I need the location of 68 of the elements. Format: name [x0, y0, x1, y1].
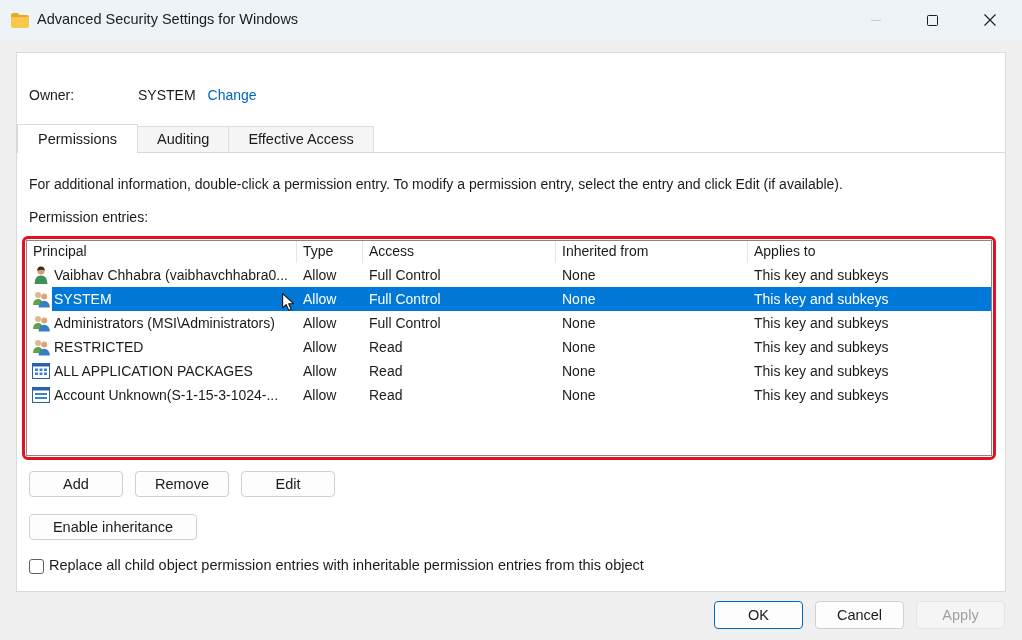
column-header[interactable]: Principal: [27, 241, 297, 263]
window-icon: [32, 386, 50, 404]
minimize-icon: [870, 19, 881, 21]
table-cell-text: RESTRICTED: [53, 338, 145, 357]
tab[interactable]: Permissions: [17, 124, 138, 153]
table-row[interactable]: ALL APPLICATION PACKAGES Allow Read None This key and subkeys: [52, 359, 991, 383]
table-cell-text: Read: [368, 362, 404, 381]
table-cell-text: Allow: [302, 362, 338, 381]
people-icon: [32, 314, 50, 332]
table-cell-text: None: [561, 290, 597, 309]
checkbox-label: Replace all child object permission entries with inheritable permission entries from this object: [49, 556, 644, 576]
table-row[interactable]: Account Unknown(S-1-15-3-1024-... Allow Read None This key and subkeys: [52, 383, 991, 407]
action-button[interactable]: Edit: [241, 471, 335, 497]
table-cell-text: Allow: [302, 290, 338, 309]
table-cell-text: Read: [368, 338, 404, 357]
table-cell-text: This key and subkeys: [753, 266, 890, 285]
grid-window-icon: [32, 362, 50, 380]
table-cell-text: Read: [368, 386, 404, 405]
table-cell-text: This key and subkeys: [753, 314, 890, 333]
table-cell-text: None: [561, 266, 597, 285]
dialog-button[interactable]: Cancel: [815, 601, 904, 629]
table-cell-text: This key and subkeys: [753, 362, 890, 381]
action-button[interactable]: Add: [29, 471, 123, 497]
table-cell-text: None: [561, 338, 597, 357]
maximize-icon: [927, 14, 938, 26]
dialog-button[interactable]: OK: [714, 601, 803, 629]
table-cell-text: SYSTEM: [53, 290, 113, 309]
close-icon: [983, 14, 996, 26]
people-icon: [32, 338, 50, 356]
checkbox[interactable]: [29, 558, 44, 574]
table-cell-text: Full Control: [368, 314, 442, 333]
window-title: Advanced Security Settings for Windows: [37, 10, 299, 30]
person-icon: [32, 266, 50, 284]
table-row[interactable]: Vaibhav Chhabra (vaibhavchhabra0... Allow Full Control None This key and subkeys: [52, 263, 991, 287]
table-cell-text: Allow: [302, 386, 338, 405]
table-row[interactable]: Administrators (MSI\Administrators) Allow Full Control None This key and subkeys: [52, 311, 991, 335]
table-cell-text: This key and subkeys: [753, 290, 890, 309]
table-cell-text: Allow: [302, 314, 338, 333]
column-header[interactable]: Applies to: [748, 241, 991, 263]
enable-inheritance-button[interactable]: Enable inheritance: [29, 514, 197, 540]
tab[interactable]: Effective Access: [228, 126, 374, 152]
table-cell-text: Administrators (MSI\Administrators): [53, 314, 276, 333]
table-cell-text: None: [561, 386, 597, 405]
owner-value: SYSTEM: [138, 86, 196, 105]
column-header[interactable]: Type: [297, 241, 363, 263]
column-header[interactable]: Inherited from: [556, 241, 748, 263]
table-cell-text: Full Control: [368, 290, 442, 309]
folder-icon: [11, 12, 29, 28]
table-cell-text: Vaibhav Chhabra (vaibhavchhabra0...: [53, 266, 289, 285]
action-button[interactable]: Remove: [135, 471, 229, 497]
info-text: For additional information, double-click a permission entry. To modify a permission entry, select the entry and click Edit (if available).: [29, 175, 844, 193]
table-cell-text: This key and subkeys: [753, 386, 890, 405]
table-row[interactable]: SYSTEM Allow Full Control None This key and subkeys: [52, 287, 991, 311]
table-cell-text: ALL APPLICATION PACKAGES: [53, 362, 254, 381]
change-link[interactable]: Change: [207, 85, 257, 105]
table-cell-text: Account Unknown(S-1-15-3-1024-...: [53, 386, 280, 405]
table-cell-text: None: [561, 362, 597, 381]
table-cell-text: None: [561, 314, 597, 333]
table-cell-text: Full Control: [368, 266, 442, 285]
table-cell-text: Allow: [302, 266, 338, 285]
owner-label: Owner:: [29, 86, 76, 105]
table-cell-text: Allow: [302, 338, 338, 357]
tab[interactable]: Auditing: [136, 126, 230, 152]
column-header[interactable]: Access: [363, 241, 556, 263]
people-icon: [32, 290, 50, 308]
table-row[interactable]: RESTRICTED Allow Read None This key and subkeys: [52, 335, 991, 359]
entries-label: Permission entries:: [29, 208, 150, 226]
table-cell-text: This key and subkeys: [753, 338, 890, 357]
